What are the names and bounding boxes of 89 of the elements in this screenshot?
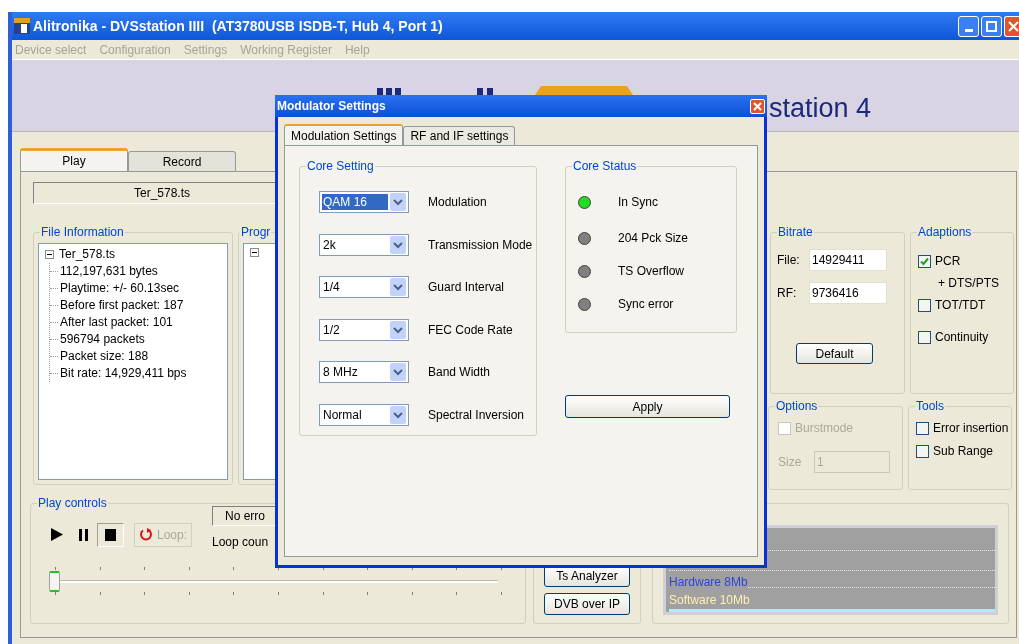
checkbox[interactable] bbox=[916, 444, 929, 458]
tree-item[interactable]: Playtime: +/- 60.13sec bbox=[58, 280, 180, 297]
group-title: Options bbox=[775, 398, 819, 414]
play-icon bbox=[50, 528, 63, 541]
status-label: TS Overflow bbox=[618, 263, 684, 280]
tab[interactable]: Record bbox=[128, 151, 236, 171]
dropdown-value: 1/4 bbox=[322, 279, 341, 296]
tab[interactable]: RF and IF settings bbox=[403, 126, 516, 145]
checkbox[interactable] bbox=[918, 254, 931, 268]
tree-item[interactable]: Before first packet: 187 bbox=[58, 297, 184, 314]
setting-label: Modulation bbox=[428, 194, 487, 211]
dropdown[interactable]: 2k bbox=[319, 233, 409, 256]
checkbox[interactable] bbox=[916, 421, 929, 435]
bitrate-field[interactable]: 14929411 bbox=[809, 249, 887, 271]
side-button[interactable]: DVB over IP bbox=[544, 593, 630, 615]
checkbox-label: TOT/TDT bbox=[935, 297, 986, 314]
tree-item[interactable]: 596794 packets bbox=[58, 331, 145, 348]
minimize-button[interactable] bbox=[958, 15, 979, 37]
status-label: 204 Pck Size bbox=[618, 230, 689, 247]
dropdown[interactable]: 1/4 bbox=[319, 276, 409, 299]
tree-item[interactable]: Packet size: 188 bbox=[58, 348, 149, 365]
close-button[interactable] bbox=[750, 98, 765, 114]
dropdown[interactable]: Normal bbox=[319, 403, 409, 426]
close-button[interactable] bbox=[1004, 15, 1019, 37]
stop-icon bbox=[105, 528, 116, 541]
window-title: Alitronika - DVSstation IIII (AT3780USB ISDB-T, Hub 4, Port 1) bbox=[33, 16, 443, 36]
maximize-icon bbox=[986, 20, 997, 32]
checkmark-icon bbox=[920, 256, 929, 266]
pause-icon bbox=[78, 528, 89, 541]
close-icon bbox=[1008, 20, 1019, 32]
dialog-title: Modulator Settings bbox=[277, 98, 386, 115]
caret-icon bbox=[390, 405, 406, 424]
checkbox[interactable] bbox=[918, 330, 931, 344]
graph-label: Hardware 8Mb bbox=[669, 574, 748, 591]
dropdown-value: Normal bbox=[322, 406, 363, 423]
adaption-note: + DTS/PTS bbox=[938, 275, 1000, 292]
tree-toggle[interactable] bbox=[45, 250, 54, 259]
tab[interactable]: Modulation Settings bbox=[284, 124, 404, 145]
banner-title: station 4 bbox=[769, 93, 872, 123]
setting-label: Transmission Mode bbox=[428, 236, 533, 254]
dropdown-value: QAM 16 bbox=[322, 194, 388, 210]
apply-button[interactable]: Apply bbox=[565, 395, 730, 418]
field-label: File: bbox=[777, 252, 801, 269]
setting-label: FEC Code Rate bbox=[428, 321, 513, 339]
dropdown[interactable]: 1/2 bbox=[319, 318, 409, 341]
caret-icon bbox=[390, 278, 406, 297]
tree-item[interactable]: 112,197,631 bytes bbox=[58, 263, 158, 280]
dropdown[interactable]: 8 MHz bbox=[319, 361, 409, 384]
group-title: Play controls bbox=[37, 495, 108, 511]
caret-icon bbox=[390, 193, 406, 211]
group-title: Adaptions bbox=[917, 224, 973, 240]
dropdown-value: 8 MHz bbox=[322, 364, 359, 381]
loop-count-label: Loop coun bbox=[212, 534, 270, 551]
close-icon bbox=[753, 101, 762, 111]
dropdown[interactable]: QAM 16 bbox=[319, 191, 409, 213]
setting-label: Band Width bbox=[428, 364, 491, 382]
caret-icon bbox=[390, 235, 406, 254]
status-label: In Sync bbox=[618, 194, 659, 211]
setting-label: Spectral Inversion bbox=[428, 406, 525, 424]
checkbox-label: Continuity bbox=[935, 329, 989, 346]
stop-button[interactable] bbox=[97, 522, 124, 547]
field-label: RF: bbox=[777, 285, 798, 302]
maximize-button[interactable] bbox=[981, 15, 1002, 37]
status-label: Sync error bbox=[618, 296, 674, 313]
checkbox-label: Burstmode bbox=[795, 420, 854, 437]
tree-item[interactable]: Ter_578.ts bbox=[59, 246, 116, 263]
dropdown-value: 1/2 bbox=[322, 321, 341, 338]
tab[interactable]: Play bbox=[20, 148, 128, 171]
tree-item[interactable]: Bit rate: 14,929,411 bps bbox=[58, 365, 187, 382]
bitrate-field[interactable]: 9736416 bbox=[809, 282, 887, 304]
tree-item[interactable]: After last packet: 101 bbox=[58, 314, 173, 331]
group-title: Core Setting bbox=[306, 158, 375, 174]
checkbox-label: Error insertion bbox=[933, 420, 1009, 437]
caret-icon bbox=[390, 363, 406, 382]
minimize-icon bbox=[964, 28, 973, 32]
tree-toggle[interactable] bbox=[250, 248, 259, 257]
graph-label: Software 10Mb bbox=[669, 592, 750, 609]
group-title: Progr bbox=[240, 224, 272, 240]
app-icon bbox=[14, 18, 30, 34]
checkbox-label: PCR bbox=[935, 253, 961, 270]
caret-icon bbox=[390, 320, 406, 339]
loop-icon bbox=[139, 528, 153, 541]
setting-label: Guard Interval bbox=[428, 279, 505, 297]
field-label: Size bbox=[778, 454, 803, 471]
dropdown-value: 2k bbox=[322, 236, 337, 253]
default-button[interactable]: Default bbox=[796, 343, 873, 364]
slider-thumb[interactable] bbox=[49, 571, 60, 592]
checkbox-label: Sub Range bbox=[933, 443, 994, 460]
checkbox[interactable] bbox=[918, 298, 931, 312]
